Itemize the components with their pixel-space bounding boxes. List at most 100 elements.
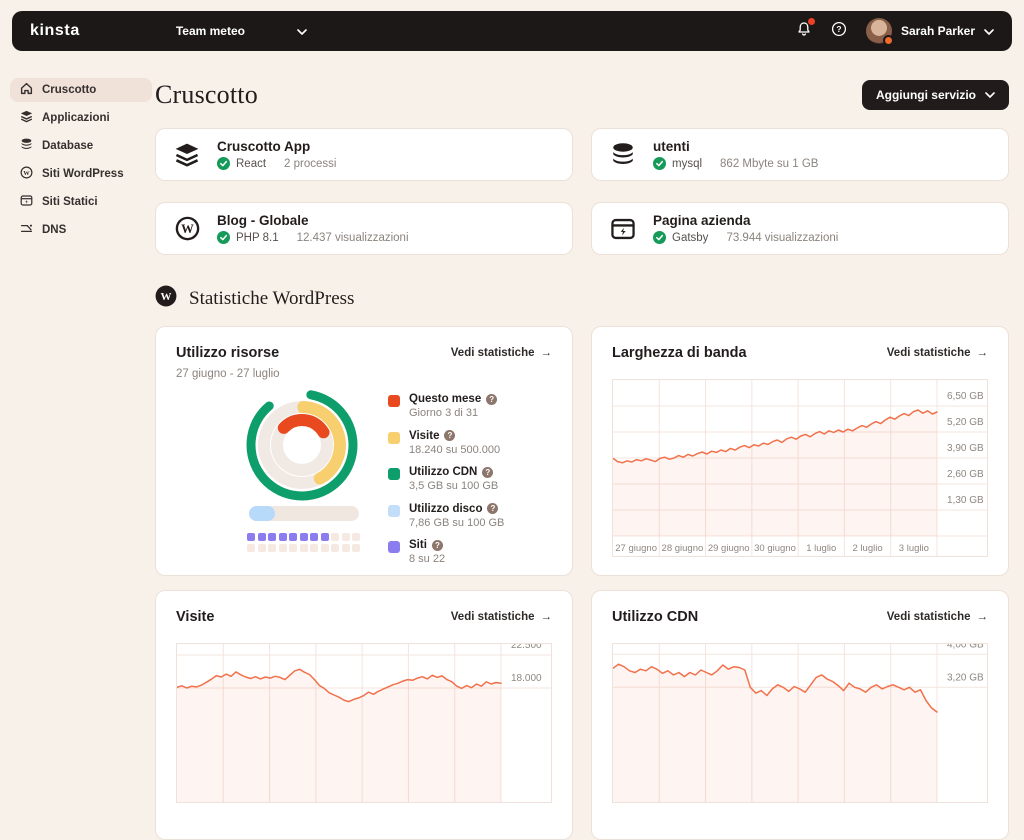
site-dot bbox=[331, 533, 339, 541]
site-dot bbox=[321, 533, 329, 541]
team-selector[interactable]: Team meteo bbox=[176, 24, 307, 38]
legend-label: Questo mese bbox=[409, 393, 481, 405]
service-meta: 2 processi bbox=[284, 158, 336, 170]
main-content: Cruscotto Aggiungi servizio Cruscotto Ap… bbox=[155, 78, 1009, 840]
svg-text:W: W bbox=[23, 170, 30, 177]
card-title: Larghezza di banda bbox=[612, 345, 747, 361]
card-title: Utilizzo risorse bbox=[176, 345, 279, 361]
disk-usage-bar bbox=[249, 506, 359, 521]
home-icon bbox=[20, 82, 33, 98]
service-card-blog-globale[interactable]: W Blog - Globale PHP 8.1 12.437 visualiz… bbox=[155, 202, 573, 255]
svg-text:5,20 GB: 5,20 GB bbox=[947, 417, 984, 428]
service-cards: Cruscotto App React 2 processi utenti my… bbox=[155, 128, 1009, 255]
sidebar-item-dns[interactable]: DNS bbox=[10, 218, 152, 242]
static-site-icon bbox=[20, 194, 33, 210]
legend-value: Giorno 3 di 31 bbox=[409, 407, 497, 419]
svg-text:W: W bbox=[161, 291, 172, 303]
arrow-right-icon: → bbox=[541, 347, 553, 359]
service-status: Gatsby bbox=[672, 232, 708, 244]
site-dot bbox=[310, 544, 318, 552]
add-service-button[interactable]: Aggiungi servizio bbox=[862, 80, 1009, 110]
layers-icon bbox=[172, 142, 202, 168]
view-stats-link[interactable]: Vedi statistiche → bbox=[451, 347, 552, 359]
site-dot bbox=[300, 533, 308, 541]
legend-value: 18.240 su 500.000 bbox=[409, 444, 500, 456]
notifications-button[interactable] bbox=[796, 21, 812, 42]
help-icon[interactable]: ? bbox=[482, 467, 493, 478]
card-title: Utilizzo CDN bbox=[612, 609, 698, 625]
legend-label: Utilizzo CDN bbox=[409, 466, 477, 478]
legend-swatch bbox=[388, 505, 400, 517]
sidebar-item-siti-statici[interactable]: Siti Statici bbox=[10, 190, 152, 214]
svg-text:1,30 GB: 1,30 GB bbox=[947, 495, 984, 506]
svg-text:30 giugno: 30 giugno bbox=[754, 543, 796, 554]
help-icon: ? bbox=[831, 21, 847, 42]
site-dot bbox=[342, 544, 350, 552]
svg-text:28 giugno: 28 giugno bbox=[662, 543, 704, 554]
svg-text:W: W bbox=[181, 222, 194, 236]
view-stats-label: Vedi statistiche bbox=[451, 611, 535, 623]
help-icon[interactable]: ? bbox=[432, 540, 443, 551]
svg-text:3,20 GB: 3,20 GB bbox=[947, 672, 984, 683]
sites-dots-grid bbox=[247, 533, 367, 552]
site-dot bbox=[300, 544, 308, 552]
legend-swatch bbox=[388, 432, 400, 444]
help-button[interactable]: ? bbox=[831, 21, 847, 42]
service-meta: 12.437 visualizzazioni bbox=[297, 232, 409, 244]
team-label: Team meteo bbox=[176, 24, 245, 38]
legend-item: Utilizzo CDN? 3,5 GB su 100 GB bbox=[388, 466, 504, 492]
help-icon[interactable]: ? bbox=[444, 430, 455, 441]
site-dot bbox=[321, 544, 329, 552]
sidebar: Cruscotto Applicazioni Database W Siti W… bbox=[10, 78, 152, 246]
help-icon[interactable]: ? bbox=[487, 503, 498, 514]
chevron-down-icon bbox=[984, 22, 994, 40]
service-meta: 862 Mbyte su 1 GB bbox=[720, 158, 818, 170]
site-dot bbox=[279, 533, 287, 541]
cdn-chart: 4,00 GB3,20 GB bbox=[612, 643, 988, 803]
user-name: Sarah Parker bbox=[901, 24, 975, 38]
sidebar-item-siti-wordpress[interactable]: W Siti WordPress bbox=[10, 162, 152, 186]
legend-label: Visite bbox=[409, 430, 439, 442]
kinsta-logo: kinsta bbox=[30, 22, 80, 40]
bandwidth-chart: 6,50 GB5,20 GB3,90 GB2,60 GB1,30 GB27 gi… bbox=[612, 379, 988, 557]
service-card-utenti[interactable]: utenti mysql 862 Mbyte su 1 GB bbox=[591, 128, 1009, 181]
svg-text:27 giugno: 27 giugno bbox=[615, 543, 657, 554]
topbar-actions: ? Sarah Parker bbox=[796, 18, 994, 44]
legend-value: 7,86 GB su 100 GB bbox=[409, 517, 504, 529]
legend-label: Utilizzo disco bbox=[409, 503, 482, 515]
view-stats-link[interactable]: Vedi statistiche → bbox=[887, 347, 988, 359]
svg-text:18.000: 18.000 bbox=[511, 673, 542, 684]
legend-label: Siti bbox=[409, 539, 427, 551]
site-dot bbox=[247, 533, 255, 541]
database-icon bbox=[608, 142, 638, 168]
disk-usage-fill bbox=[249, 506, 275, 521]
help-icon[interactable]: ? bbox=[486, 394, 497, 405]
service-card-cruscotto-app[interactable]: Cruscotto App React 2 processi bbox=[155, 128, 573, 181]
sidebar-item-label: Applicazioni bbox=[42, 112, 110, 124]
view-stats-link[interactable]: Vedi statistiche → bbox=[451, 611, 552, 623]
chevron-down-icon bbox=[297, 24, 307, 38]
success-check-icon bbox=[217, 231, 230, 244]
sidebar-item-label: Cruscotto bbox=[42, 84, 96, 96]
success-check-icon bbox=[217, 157, 230, 170]
view-stats-link[interactable]: Vedi statistiche → bbox=[887, 611, 988, 623]
stats-cards-row2: Visite Vedi statistiche → 22.50018.000 U… bbox=[155, 590, 1009, 840]
sidebar-item-database[interactable]: Database bbox=[10, 134, 152, 158]
sidebar-item-label: Siti Statici bbox=[42, 196, 98, 208]
card-title: Visite bbox=[176, 609, 214, 625]
service-card-pagina-azienda[interactable]: Pagina azienda Gatsby 73.944 visualizzaz… bbox=[591, 202, 1009, 255]
notification-dot bbox=[808, 18, 815, 25]
sidebar-item-cruscotto[interactable]: Cruscotto bbox=[10, 78, 152, 102]
static-site-icon bbox=[608, 216, 638, 242]
wordpress-icon: W bbox=[20, 166, 33, 182]
svg-text:?: ? bbox=[836, 24, 841, 34]
wordpress-badge-icon: W bbox=[155, 285, 177, 312]
site-dot bbox=[247, 544, 255, 552]
sidebar-item-applicazioni[interactable]: Applicazioni bbox=[10, 106, 152, 130]
add-service-label: Aggiungi servizio bbox=[876, 88, 976, 102]
resource-usage-card: Utilizzo risorse Vedi statistiche → 27 g… bbox=[155, 326, 573, 576]
chevron-down-icon bbox=[985, 92, 995, 98]
visits-card: Visite Vedi statistiche → 22.50018.000 bbox=[155, 590, 573, 840]
user-menu[interactable]: Sarah Parker bbox=[866, 18, 994, 44]
stats-section-title: Statistiche WordPress bbox=[189, 288, 354, 310]
